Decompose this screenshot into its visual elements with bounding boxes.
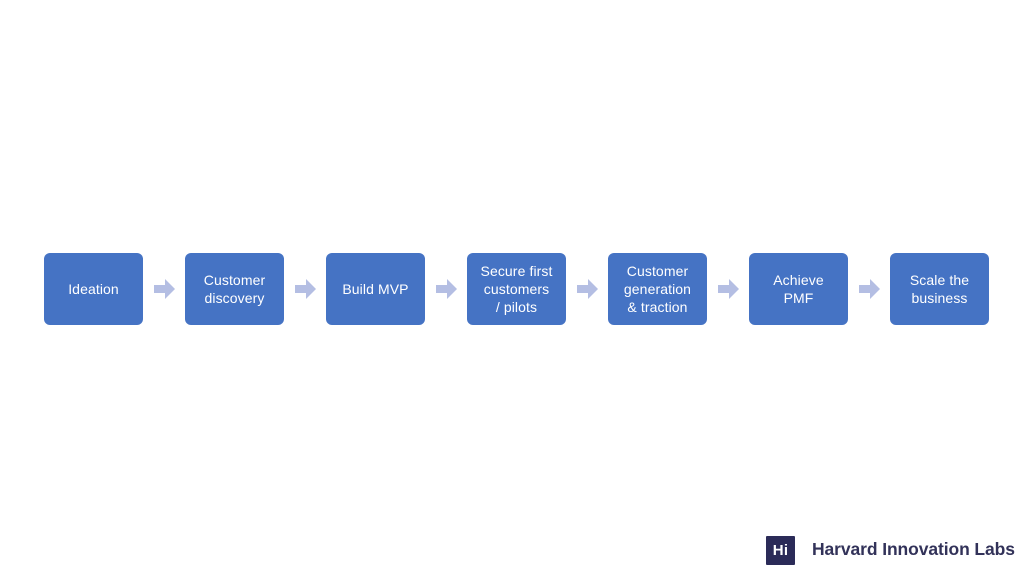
arrow-right-icon bbox=[858, 279, 880, 299]
slide-canvas: Ideation Customer discovery Build MVP Se… bbox=[0, 0, 1024, 576]
flow-step-build-mvp[interactable]: Build MVP bbox=[326, 253, 425, 325]
arrow-right-icon bbox=[153, 279, 175, 299]
flow-step-label: Build MVP bbox=[342, 281, 409, 297]
flow-step-customer-discovery[interactable]: Customer discovery bbox=[185, 253, 284, 325]
arrow-right-icon bbox=[294, 279, 316, 299]
logo-mark-text: Hi bbox=[772, 541, 789, 559]
flow-step-label: Scale the business bbox=[909, 272, 970, 306]
flow-step-secure-first-customers[interactable]: Secure first customers / pilots bbox=[467, 253, 566, 325]
arrow-right-icon bbox=[717, 279, 739, 299]
flow-connector-4 bbox=[566, 253, 608, 325]
flow-step-label: Achieve PMF bbox=[773, 272, 824, 306]
flow-connector-3 bbox=[425, 253, 467, 325]
flow-step-label: Customer discovery bbox=[203, 272, 266, 306]
arrow-right-icon bbox=[576, 279, 598, 299]
flow-step-achieve-pmf[interactable]: Achieve PMF bbox=[749, 253, 848, 325]
flow-step-ideation[interactable]: Ideation bbox=[44, 253, 143, 325]
flow-step-scale-the-business[interactable]: Scale the business bbox=[890, 253, 989, 325]
process-flow-diagram: Ideation Customer discovery Build MVP Se… bbox=[44, 253, 989, 325]
flow-step-customer-generation-traction[interactable]: Customer generation & traction bbox=[608, 253, 707, 325]
logo-mark-icon: Hi bbox=[766, 535, 795, 565]
flow-step-label: Ideation bbox=[68, 281, 119, 297]
flow-step-label: Secure first customers / pilots bbox=[480, 263, 553, 315]
flow-connector-6 bbox=[848, 253, 890, 325]
arrow-right-icon bbox=[435, 279, 457, 299]
harvard-innovation-labs-logo: Hi Harvard Innovation Labs bbox=[766, 535, 1015, 565]
flow-step-label: Customer generation & traction bbox=[623, 263, 692, 315]
flow-connector-1 bbox=[143, 253, 185, 325]
logo-wordmark: Harvard Innovation Labs bbox=[812, 539, 1015, 560]
flow-connector-5 bbox=[707, 253, 749, 325]
flow-connector-2 bbox=[284, 253, 326, 325]
